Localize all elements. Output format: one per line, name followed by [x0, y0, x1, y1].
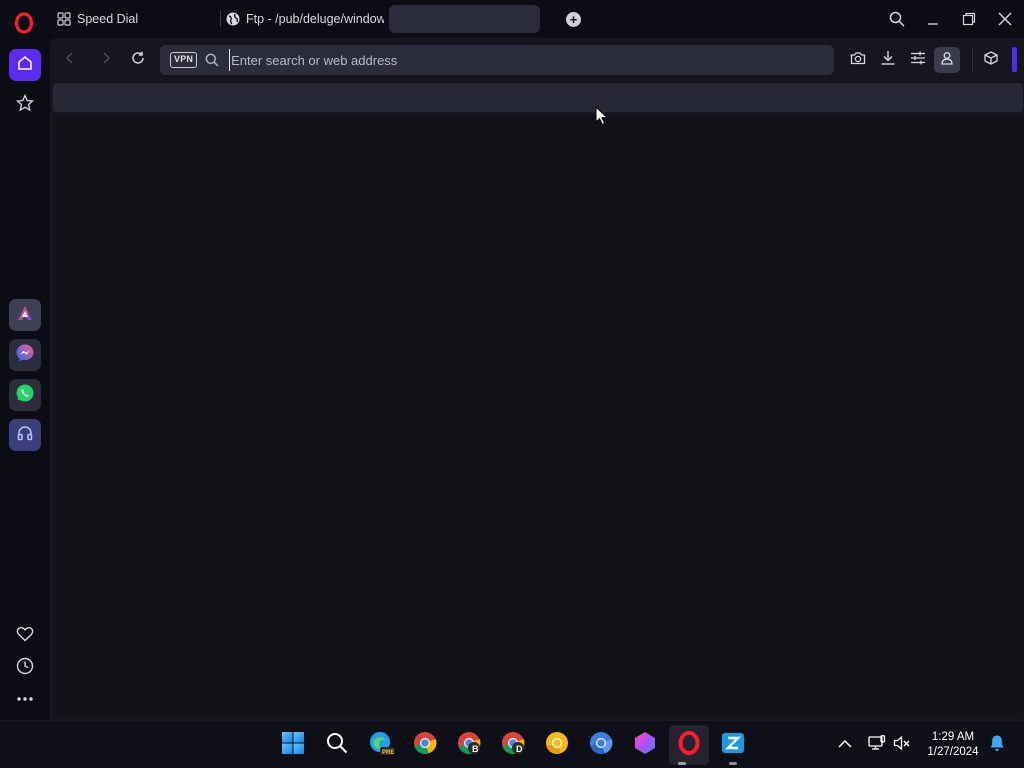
taskbar-chrome-beta[interactable]: B — [456, 731, 482, 758]
sidebar-panel-indicator[interactable] — [1012, 47, 1017, 72]
taskbar-clock[interactable]: 1:29 AM 1/27/2024 — [918, 730, 988, 760]
chrome-icon — [413, 731, 437, 760]
search-icon — [205, 53, 219, 67]
chrome-beta-badge: B — [472, 744, 479, 754]
toolbar: VPN — [50, 38, 1024, 82]
restore-icon[interactable] — [958, 8, 980, 30]
sidebar-item-more[interactable] — [9, 682, 41, 714]
globe-icon — [226, 12, 240, 26]
vpn-badge[interactable]: VPN — [170, 52, 198, 68]
tab-strip: Speed Dial Ftp - /pub/deluge/window + — [0, 0, 1024, 38]
polygon-app-icon — [633, 731, 657, 760]
network-icon — [868, 734, 886, 756]
settings-sliders-icon — [910, 51, 926, 70]
show-hidden-icons-button[interactable] — [832, 732, 858, 758]
taskbar-chrome-canary[interactable] — [544, 731, 570, 760]
search-icon — [326, 732, 348, 759]
chrome-canary-icon — [545, 731, 569, 760]
taskbar-polypane[interactable] — [632, 731, 658, 760]
zoom-app-icon — [721, 731, 745, 760]
sidebar — [0, 38, 50, 720]
speed-dial-grid-icon — [57, 12, 71, 26]
taskbar-edge-preview[interactable]: PRE — [368, 731, 395, 758]
sidebar-item-favorites[interactable] — [9, 620, 41, 652]
snapshot-button[interactable] — [848, 50, 868, 70]
tab-search-icon[interactable] — [886, 8, 908, 30]
chrome-dev-badge: D — [516, 744, 523, 754]
tab-label: Ftp - /pub/deluge/window — [246, 12, 384, 26]
opera-icon — [677, 730, 701, 760]
chevron-right-icon — [101, 51, 111, 69]
toolbar-divider — [972, 48, 973, 72]
back-button[interactable] — [60, 50, 80, 70]
more-icon — [16, 689, 34, 707]
sidebar-item-music-player[interactable] — [9, 419, 41, 451]
zoom-running-indicator — [729, 762, 737, 765]
sidebar-item-bookmarks[interactable] — [9, 89, 41, 121]
clock-date: 1/27/2024 — [927, 746, 979, 758]
sidebar-item-aria[interactable] — [9, 299, 41, 331]
forward-button[interactable] — [96, 50, 116, 70]
sidebar-item-messenger[interactable] — [9, 339, 41, 371]
downloads-button[interactable] — [878, 50, 898, 70]
reload-icon — [131, 51, 145, 70]
chevron-left-icon — [65, 51, 75, 69]
taskbar-opera[interactable] — [676, 730, 702, 760]
camera-icon — [850, 51, 866, 70]
taskbar-chrome[interactable] — [412, 731, 438, 760]
clock-time: 1:29 AM — [931, 731, 975, 743]
taskbar-chrome-dev[interactable]: D — [500, 731, 526, 758]
star-icon — [15, 93, 35, 117]
start-button[interactable] — [280, 731, 306, 760]
extensions-button[interactable] — [981, 50, 1001, 70]
music-player-icon — [16, 424, 34, 447]
reload-button[interactable] — [128, 50, 148, 70]
new-tab-button[interactable]: + — [566, 12, 581, 27]
history-icon — [16, 657, 34, 680]
tab-separator — [220, 11, 221, 27]
taskbar-search-button[interactable] — [324, 732, 350, 758]
whatsapp-icon — [15, 383, 35, 408]
cube-icon — [984, 50, 998, 70]
speaker-muted-icon — [893, 735, 911, 756]
tab-label: Speed Dial — [77, 12, 139, 26]
bookmarks-bar — [53, 83, 1023, 112]
windows-start-icon — [281, 731, 305, 760]
tab-speed-dial[interactable]: Speed Dial — [57, 8, 212, 30]
edge-badge: PRE — [382, 750, 395, 756]
bell-icon — [989, 734, 1005, 757]
page-content — [53, 116, 1023, 718]
address-input[interactable] — [229, 49, 834, 71]
taskbar-zoom-app[interactable] — [720, 732, 746, 758]
sidebar-item-history[interactable] — [9, 652, 41, 684]
tab-ftp[interactable]: Ftp - /pub/deluge/window — [226, 8, 384, 30]
address-bar[interactable]: VPN — [160, 45, 834, 75]
chromium-icon — [589, 731, 613, 760]
profile-button[interactable] — [934, 47, 960, 73]
opera-logo-icon[interactable] — [14, 12, 34, 34]
screen: Speed Dial Ftp - /pub/deluge/window + VP… — [0, 0, 1024, 768]
mouse-cursor-icon — [595, 105, 609, 126]
easy-setup-button[interactable] — [908, 50, 928, 70]
download-icon — [880, 50, 896, 71]
sidebar-item-home[interactable] — [9, 49, 41, 81]
chevron-up-icon — [838, 736, 852, 754]
minimize-icon[interactable] — [922, 8, 944, 30]
network-button[interactable] — [864, 732, 890, 758]
taskbar-chromium[interactable] — [588, 731, 614, 760]
browser-frame: VPN — [50, 38, 1024, 720]
volume-button[interactable] — [889, 732, 915, 758]
sidebar-item-whatsapp[interactable] — [9, 379, 41, 411]
aria-icon — [16, 304, 34, 327]
close-icon[interactable] — [994, 8, 1016, 30]
opera-running-indicator — [678, 762, 686, 765]
notifications-button[interactable] — [984, 732, 1010, 758]
heart-icon — [16, 626, 34, 647]
home-icon — [17, 55, 33, 76]
tab-active-blank[interactable] — [389, 5, 540, 33]
messenger-icon — [15, 343, 35, 368]
taskbar: PRE B D 1:29 AM 1/27/2024 — [0, 720, 1024, 768]
user-icon — [940, 51, 954, 70]
